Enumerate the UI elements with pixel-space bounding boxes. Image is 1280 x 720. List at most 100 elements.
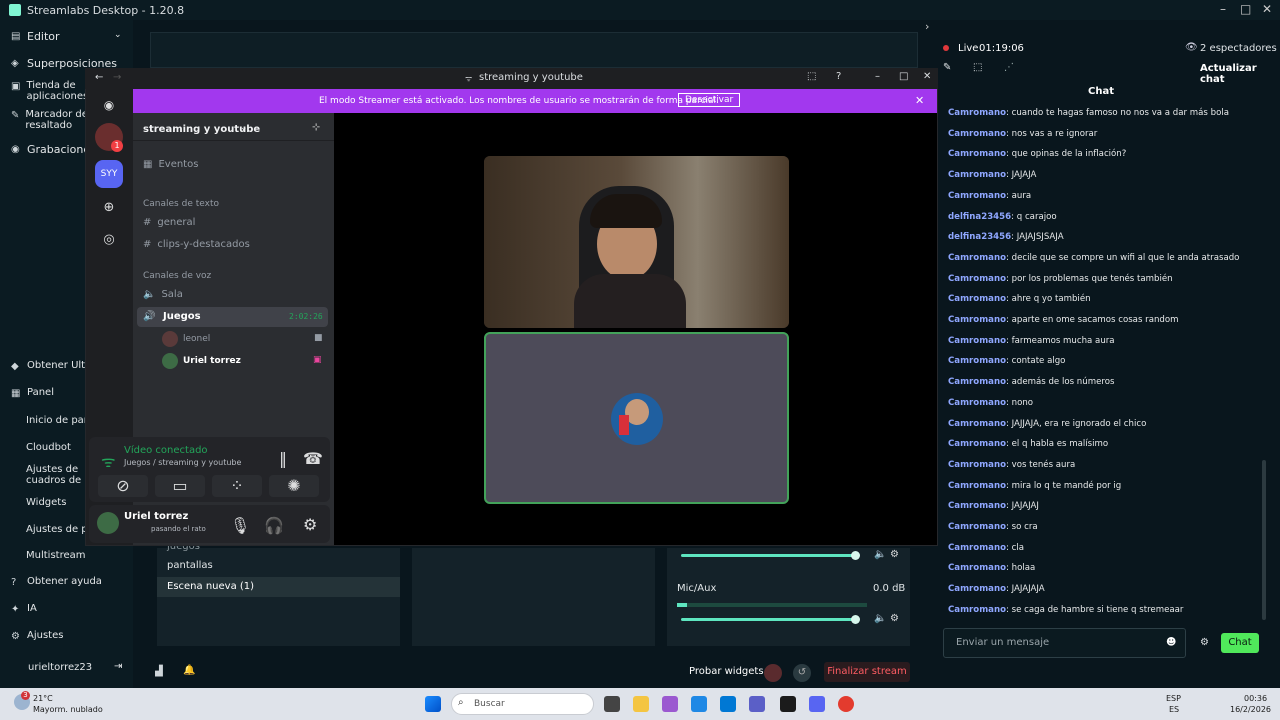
nav-cloudbot[interactable]: Cloudbot bbox=[26, 442, 71, 453]
share-icon[interactable]: ⬚ bbox=[973, 62, 982, 73]
camera-feed[interactable] bbox=[484, 156, 789, 328]
chat-username[interactable]: Camromano bbox=[948, 377, 1006, 387]
voice-channel-sala[interactable]: 🔈 Sala bbox=[143, 289, 183, 300]
logout-icon[interactable]: ⇥ bbox=[114, 661, 122, 672]
clock-time[interactable]: 00:36 bbox=[1244, 694, 1267, 703]
streamlabs-taskbar-icon[interactable] bbox=[780, 696, 796, 712]
copilot-icon[interactable] bbox=[662, 696, 678, 712]
voice-category[interactable]: Canales de voz bbox=[143, 271, 211, 281]
chat-input[interactable]: Enviar un mensaje bbox=[943, 628, 1186, 658]
nav-help[interactable]: ? Obtener ayuda bbox=[11, 576, 102, 588]
nav-panel[interactable]: ▦ Panel bbox=[11, 387, 54, 399]
camera-off-button[interactable]: ⊘ bbox=[98, 475, 148, 497]
inbox-icon[interactable]: ⬚ bbox=[807, 71, 816, 82]
chat-username[interactable]: Camromano bbox=[948, 501, 1006, 511]
chat-username[interactable]: Camromano bbox=[948, 419, 1006, 429]
minimize-icon[interactable]: – bbox=[1220, 2, 1226, 16]
close-icon[interactable]: ✕ bbox=[1262, 2, 1272, 16]
replay-icon[interactable]: ↺ bbox=[793, 664, 811, 682]
slider-knob[interactable] bbox=[851, 551, 860, 560]
chevron-down-icon[interactable]: ⌄ bbox=[240, 123, 248, 133]
chat-username[interactable]: Camromano bbox=[948, 170, 1006, 180]
maximize-icon[interactable]: □ bbox=[1240, 2, 1251, 16]
chevron-down-icon[interactable]: ⌄ bbox=[114, 30, 122, 40]
headphones-icon[interactable]: 🎧 bbox=[264, 516, 284, 535]
nav-ai[interactable]: ✦ IA bbox=[11, 603, 37, 615]
nav-recordings[interactable]: ◉ Grabaciones bbox=[11, 143, 96, 156]
end-stream-button[interactable]: Finalizar stream bbox=[824, 662, 910, 682]
chat-username[interactable]: Camromano bbox=[948, 191, 1006, 201]
close-icon[interactable]: ✕ bbox=[923, 71, 931, 82]
discover-icon[interactable]: ◎ bbox=[95, 225, 123, 253]
activities-button[interactable]: ⁘ bbox=[212, 475, 262, 497]
gear-icon[interactable]: ⚙ bbox=[890, 549, 899, 560]
chrome-icon[interactable] bbox=[838, 696, 854, 712]
nav-widgets[interactable]: Widgets bbox=[26, 497, 66, 508]
windows-start-icon[interactable] bbox=[425, 696, 441, 712]
gear-icon[interactable]: ⚙ bbox=[303, 515, 317, 534]
gear-icon[interactable]: ⚙ bbox=[890, 613, 899, 624]
chat-username[interactable]: Camromano bbox=[948, 274, 1006, 284]
text-category[interactable]: Canales de texto bbox=[143, 199, 219, 209]
discord-taskbar-icon[interactable] bbox=[809, 696, 825, 712]
nav-multistream[interactable]: Multistream bbox=[26, 550, 86, 561]
chat-username[interactable]: Camromano bbox=[948, 563, 1006, 573]
discord-home-icon[interactable]: ◉ bbox=[95, 91, 123, 119]
back-arrow-icon[interactable]: ← bbox=[95, 72, 103, 83]
file-explorer-icon[interactable] bbox=[633, 696, 649, 712]
record-icon[interactable] bbox=[764, 664, 782, 682]
emoji-icon[interactable]: ☻ bbox=[1166, 637, 1176, 648]
chat-username[interactable]: Camromano bbox=[948, 543, 1006, 553]
outlook-icon[interactable] bbox=[720, 696, 736, 712]
nav-alertbox-settings[interactable]: Ajustes de cuadros de alertas bbox=[26, 464, 88, 486]
refresh-chat-button[interactable]: Actualizar chat bbox=[1200, 63, 1280, 85]
deactivate-button[interactable]: Desactivar bbox=[678, 93, 741, 107]
nav-editor[interactable]: ▤ Editor bbox=[11, 30, 60, 43]
task-view-icon[interactable] bbox=[604, 696, 620, 712]
close-banner-icon[interactable]: ✕ bbox=[915, 94, 924, 107]
send-chat-button[interactable]: Chat bbox=[1221, 633, 1259, 653]
link-icon[interactable]: ⋰ bbox=[1004, 62, 1014, 73]
channel-general[interactable]: # general bbox=[143, 217, 195, 228]
chat-username[interactable]: Camromano bbox=[948, 439, 1006, 449]
chat-username[interactable]: Camromano bbox=[948, 336, 1006, 346]
events-item[interactable]: ▦ Eventos bbox=[143, 159, 198, 170]
chat-username[interactable]: Camromano bbox=[948, 605, 1006, 615]
invite-icon[interactable]: ⊹ bbox=[312, 122, 320, 133]
chat-username[interactable]: delfina23456 bbox=[948, 232, 1011, 242]
chat-username[interactable]: Camromano bbox=[948, 522, 1006, 532]
add-server-icon[interactable]: ⊕ bbox=[95, 193, 123, 221]
chevron-right-icon[interactable]: › bbox=[925, 20, 929, 33]
maximize-icon[interactable]: □ bbox=[899, 71, 908, 82]
language[interactable]: ESP bbox=[1166, 694, 1181, 703]
chat-username[interactable]: Camromano bbox=[948, 108, 1006, 118]
soundboard-button[interactable]: ✺ bbox=[269, 475, 319, 497]
stats-icon[interactable]: ▟ bbox=[155, 666, 163, 677]
server-icon-syy[interactable]: SYY bbox=[95, 160, 123, 188]
test-widgets-button[interactable]: Probar widgets bbox=[689, 666, 764, 677]
speaker-icon[interactable]: 🔈 bbox=[874, 549, 886, 560]
channel-clips[interactable]: # clips-y-destacados bbox=[143, 239, 250, 250]
chat-username[interactable]: Camromano bbox=[948, 253, 1006, 263]
account-username[interactable]: urieltorrez23 bbox=[28, 662, 92, 673]
slider-knob[interactable] bbox=[851, 615, 860, 624]
voice-user[interactable]: leonel bbox=[183, 334, 210, 344]
voice-status[interactable]: Vídeo conectado bbox=[124, 445, 208, 456]
screen-share-button[interactable]: ▭ bbox=[155, 475, 205, 497]
nav-app-store[interactable]: ▣ Tienda de aplicaciones bbox=[11, 80, 91, 102]
taskbar-search[interactable]: Buscar bbox=[451, 693, 594, 715]
gear-icon[interactable]: ⚙ bbox=[1200, 637, 1209, 648]
scene-item-selected[interactable]: Escena nueva (1) bbox=[157, 577, 400, 597]
notifications-icon[interactable]: 🔔 bbox=[183, 665, 195, 676]
volume-slider[interactable] bbox=[681, 551, 860, 560]
noise-icon[interactable]: ‖ bbox=[279, 449, 287, 468]
chat-username[interactable]: Camromano bbox=[948, 398, 1006, 408]
scene-item[interactable]: pantallas bbox=[167, 560, 213, 571]
nav-get-ultra[interactable]: ◆ Obtener Ultra bbox=[11, 360, 95, 372]
chat-username[interactable]: Camromano bbox=[948, 149, 1006, 159]
nav-settings[interactable]: ⚙ Ajustes bbox=[11, 630, 63, 642]
mic-icon[interactable]: 🎙 bbox=[230, 516, 250, 535]
help-icon[interactable]: ? bbox=[836, 71, 841, 82]
user-name[interactable]: Uriel torrez bbox=[124, 511, 188, 522]
chat-username[interactable]: Camromano bbox=[948, 584, 1006, 594]
